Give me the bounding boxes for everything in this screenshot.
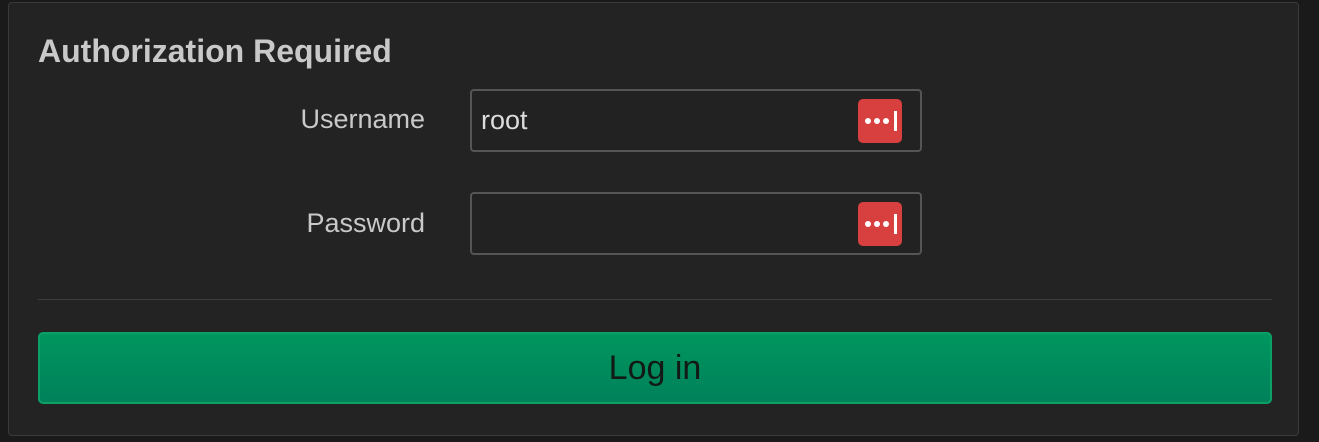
dot-icon [874, 118, 880, 124]
dot-icon [883, 118, 889, 124]
dot-icon [865, 221, 871, 227]
password-field-box [470, 192, 922, 255]
login-panel: Authorization Required Username Password… [8, 2, 1299, 436]
dot-icon [874, 221, 880, 227]
dot-icon [865, 118, 871, 124]
username-label: Username [300, 104, 425, 134]
lastpass-icon[interactable] [858, 99, 902, 143]
lastpass-icon[interactable] [858, 202, 902, 246]
cursor-bar-icon [893, 111, 897, 131]
username-field-box [470, 89, 922, 152]
password-label: Password [306, 208, 425, 238]
dot-icon [883, 221, 889, 227]
page-title: Authorization Required [38, 33, 392, 69]
login-button[interactable]: Log in [38, 332, 1272, 404]
divider [38, 299, 1272, 300]
cursor-bar-icon [893, 214, 897, 234]
username-input[interactable] [472, 91, 851, 150]
password-input[interactable] [472, 194, 851, 253]
